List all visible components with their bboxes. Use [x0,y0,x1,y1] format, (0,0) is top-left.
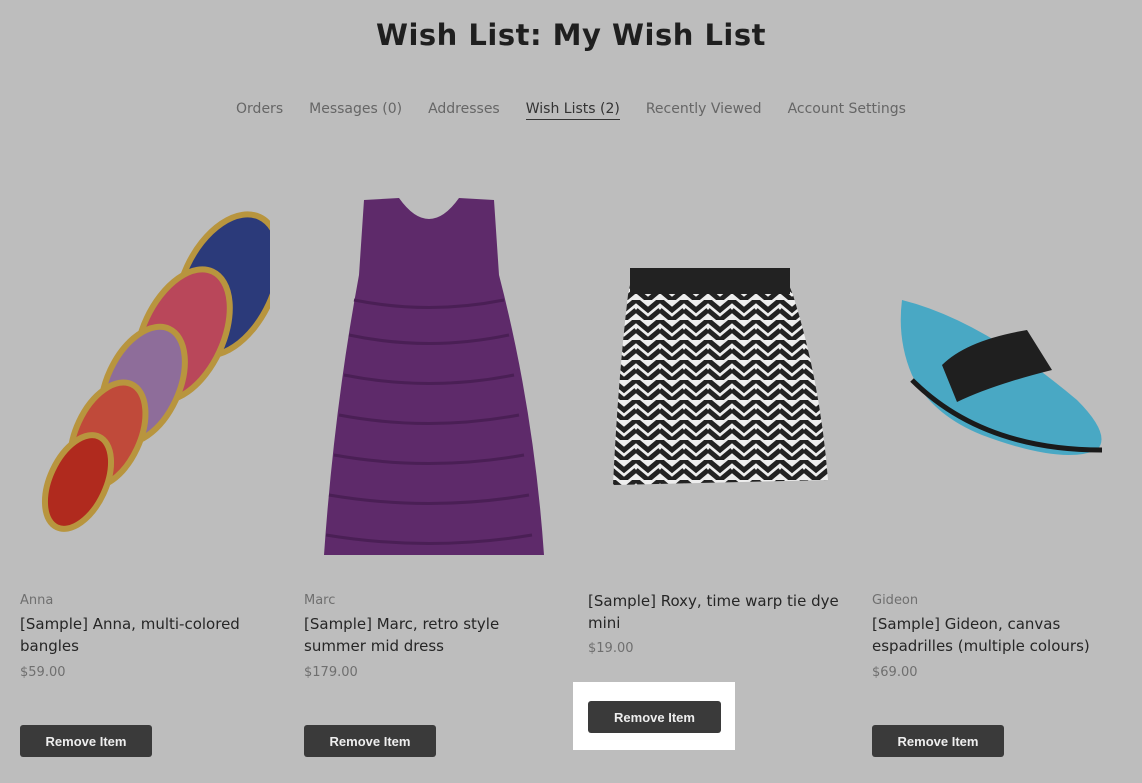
skirt-image[interactable] [588,180,838,580]
account-nav: Orders Messages (0) Addresses Wish Lists… [0,101,1142,120]
nav-addresses[interactable]: Addresses [428,101,500,120]
bangles-image[interactable] [20,180,270,580]
product-name[interactable]: [Sample] Anna, multi-colored bangles [20,613,280,657]
remove-item-button[interactable]: Remove Item [20,725,152,757]
product-name[interactable]: [Sample] Marc, retro style summer mid dr… [304,613,564,657]
product-brand: Gideon [872,593,919,608]
nav-messages[interactable]: Messages (0) [309,101,402,120]
nav-account-settings[interactable]: Account Settings [788,101,906,120]
product-price: $59.00 [20,665,66,680]
product-brand: Anna [20,593,54,608]
product-brand: Marc [304,593,336,608]
highlighted-button-area: Remove Item [573,682,735,750]
product-name[interactable]: [Sample] Gideon, canvas espadrilles (mul… [872,613,1132,657]
page-title: Wish List: My Wish List [375,18,766,52]
nav-orders[interactable]: Orders [236,101,283,120]
product-price: $69.00 [872,665,918,680]
espadrille-image[interactable] [872,180,1122,580]
product-price: $19.00 [588,641,634,656]
remove-item-button[interactable]: Remove Item [588,701,721,733]
remove-item-button[interactable]: Remove Item [304,725,436,757]
product-price: $179.00 [304,665,358,680]
dress-image[interactable] [304,180,554,580]
remove-item-button[interactable]: Remove Item [872,725,1004,757]
product-name[interactable]: [Sample] Roxy, time warp tie dye mini [588,590,848,634]
nav-recently-viewed[interactable]: Recently Viewed [646,101,762,120]
nav-wish-lists[interactable]: Wish Lists (2) [525,101,620,120]
